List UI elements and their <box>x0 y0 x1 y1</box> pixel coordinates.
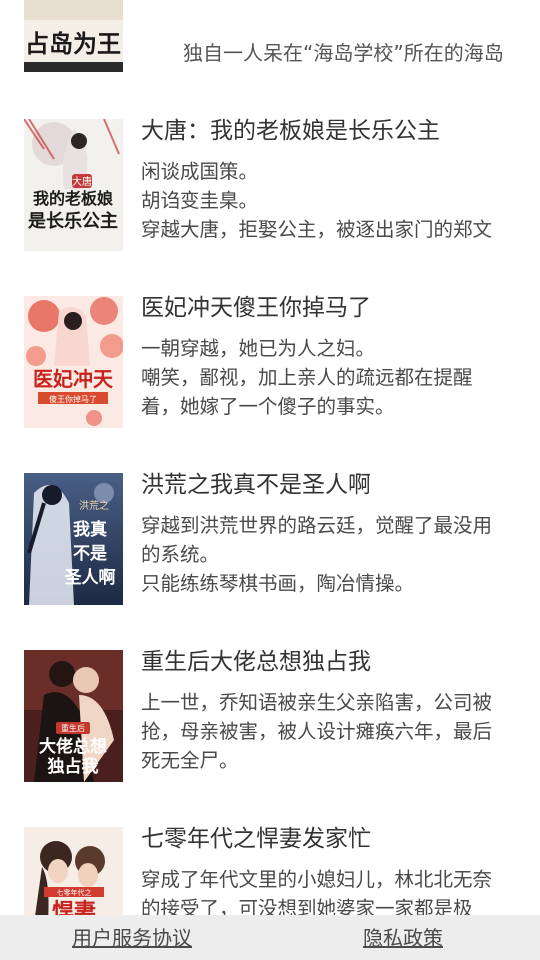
svg-text:是长乐公主: 是长乐公主 <box>27 210 118 232</box>
book-description: 一朝穿越，她已为人之妇。 嘲笑，鄙视，加上亲人的疏远都在提醒 着，她嫁了一个傻子… <box>141 337 473 418</box>
book-cover: 占岛为王 <box>24 0 123 72</box>
book-description: 穿越到洪荒世界的路云廷，觉醒了最没用 的系统。 只能练练琴棋书画，陶冶情操。 <box>141 514 493 595</box>
privacy-policy-link[interactable]: 隐私政策 <box>363 925 443 951</box>
svg-text:占岛为王: 占岛为王 <box>25 29 121 58</box>
footer-bar: 用户服务协议 隐私政策 <box>0 915 540 960</box>
book-cover: 大唐 我的老板娘 是长乐公主 <box>24 119 123 251</box>
list-item[interactable]: 七零年代之 悍妻 七零年代之悍妻发家忙 穿成了年代文里的小媳妇儿，林北北无奈 的… <box>0 824 540 915</box>
book-cover: 医妃冲天 傻王你掉马了 <box>24 296 123 428</box>
book-title[interactable]: 洪荒之我真不是圣人啊 <box>141 470 526 500</box>
svg-text:七零年代之: 七零年代之 <box>57 888 92 897</box>
svg-text:大唐: 大唐 <box>72 175 92 188</box>
book-title[interactable]: 大唐：我的老板娘是长乐公主 <box>141 116 526 146</box>
book-title[interactable]: 重生后大佬总想独占我 <box>141 647 526 677</box>
svg-text:我的老板娘: 我的老板娘 <box>33 189 113 208</box>
terms-of-service-link[interactable]: 用户服务协议 <box>72 925 192 951</box>
list-item[interactable]: 大唐 我的老板娘 是长乐公主 大唐：我的老板娘是长乐公主 闲谈成国策。 胡诌变圭… <box>0 116 540 259</box>
svg-text:重生后: 重生后 <box>61 723 85 733</box>
svg-text:大佬总想: 大佬总想 <box>39 736 107 757</box>
svg-text:独占我: 独占我 <box>48 756 99 777</box>
list-item[interactable]: 洪荒之 我真 不是 圣人啊 洪荒之我真不是圣人啊 穿越到洪荒世界的路云廷，觉醒了… <box>0 470 540 613</box>
book-description: 闲谈成国策。 胡诌变圭臬。 穿越大唐，拒娶公主，被逐出家门的郑文 <box>141 160 493 241</box>
book-title[interactable]: 七零年代之悍妻发家忙 <box>141 824 526 854</box>
svg-text:圣人啊: 圣人啊 <box>65 568 116 588</box>
book-description: 穿成了年代文里的小媳妇儿，林北北无奈 的接受了，可没想到她婆家一家都是极 <box>141 868 493 915</box>
svg-text:医妃冲天: 医妃冲天 <box>33 367 114 391</box>
svg-text:不是: 不是 <box>73 544 107 564</box>
book-list: 占岛为王 独自一人呆在“海岛学校”所在的海岛 大唐 我的老板娘 是长乐公主 大唐… <box>0 0 540 915</box>
list-item[interactable]: 医妃冲天 傻王你掉马了 医妃冲天傻王你掉马了 一朝穿越，她已为人之妇。 嘲笑，鄙… <box>0 293 540 436</box>
list-item[interactable]: 占岛为王 独自一人呆在“海岛学校”所在的海岛 <box>0 0 540 90</box>
svg-text:悍妻: 悍妻 <box>52 899 96 915</box>
svg-text:洪荒之: 洪荒之 <box>79 499 109 512</box>
book-cover: 洪荒之 我真 不是 圣人啊 <box>24 473 123 605</box>
book-description: 独自一人呆在“海岛学校”所在的海岛 <box>183 41 504 65</box>
list-item[interactable]: 重生后 大佬总想 独占我 重生后大佬总想独占我 上一世，乔知语被亲生父亲陷害，公… <box>0 647 540 790</box>
book-cover: 重生后 大佬总想 独占我 <box>24 650 123 782</box>
book-cover: 七零年代之 悍妻 <box>24 827 123 915</box>
book-description: 上一世，乔知语被亲生父亲陷害，公司被 抢，母亲被害，被人设计瘫痪六年，最后 死无… <box>141 691 493 772</box>
svg-text:我真: 我真 <box>73 519 107 540</box>
book-title[interactable]: 医妃冲天傻王你掉马了 <box>141 293 526 323</box>
svg-text:傻王你掉马了: 傻王你掉马了 <box>49 394 97 404</box>
